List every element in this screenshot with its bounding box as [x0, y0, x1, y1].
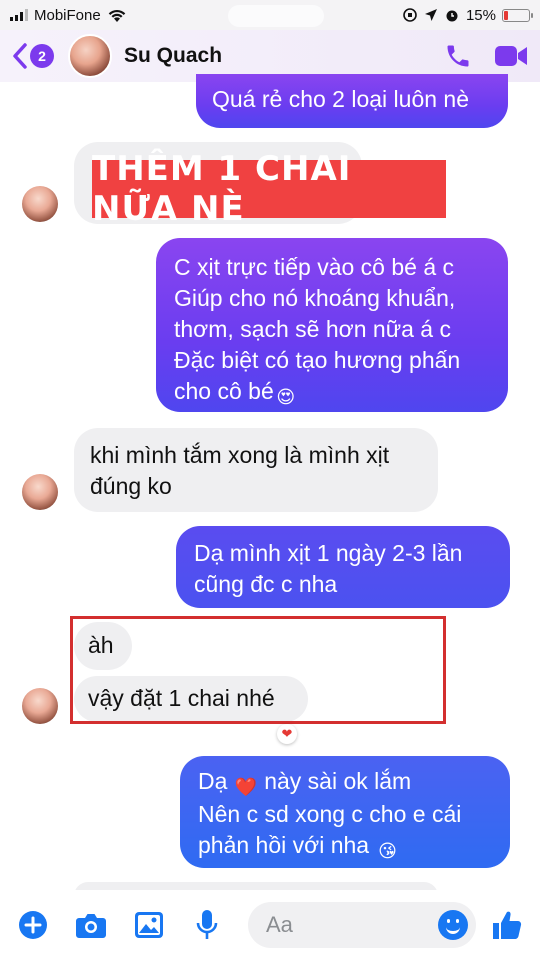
wifi-icon: [108, 9, 125, 22]
emoji-icon[interactable]: [438, 910, 468, 940]
status-bar: MobiFone 15%: [0, 0, 540, 30]
kiss-emoji-icon: 😘: [378, 841, 397, 861]
composer-toolbar: [0, 890, 540, 960]
contact-name[interactable]: Su Quach: [124, 44, 222, 68]
message-incoming[interactable]: khi mình tắm xong là mình xịt đúng ko: [74, 428, 438, 512]
contact-avatar[interactable]: [68, 34, 112, 78]
battery-icon: [502, 8, 533, 22]
rotation-lock-icon: [403, 8, 417, 22]
phone-icon[interactable]: [444, 42, 472, 70]
contact-avatar-small[interactable]: [22, 186, 58, 222]
back-button[interactable]: 2: [12, 43, 54, 69]
unread-count-badge: 2: [30, 44, 54, 68]
contact-avatar-small[interactable]: [22, 688, 58, 724]
alarm-icon: [446, 10, 458, 22]
message-outgoing[interactable]: Dạ ❤️ này sài ok lắm Nên c sd xong c cho…: [180, 756, 510, 868]
battery-percent: 15%: [465, 6, 496, 24]
message-outgoing[interactable]: Dạ mình xịt 1 ngày 2-3 lần cũng đc c nha: [176, 526, 510, 608]
message-input[interactable]: [266, 912, 438, 938]
red-heart-emoji-icon: ❤️: [234, 777, 257, 797]
heart-eyes-emoji-icon: 😍: [276, 387, 296, 407]
message-list[interactable]: Quá rẻ cho 2 loại luôn nè THÊM 1 CHAI NỮ…: [0, 74, 540, 896]
promo-banner: THÊM 1 CHAI NỮA NÈ: [92, 149, 446, 229]
video-icon[interactable]: [494, 43, 528, 69]
message-outgoing[interactable]: C xịt trực tiếp vào cô bé á c Giúp cho n…: [156, 238, 508, 412]
message-outgoing[interactable]: Quá rẻ cho 2 loại luôn nè: [196, 74, 508, 128]
microphone-icon[interactable]: [190, 908, 224, 942]
plus-circle-icon[interactable]: [16, 908, 50, 942]
thumbs-up-icon[interactable]: [490, 908, 524, 942]
heart-reaction-icon[interactable]: ❤: [277, 724, 297, 744]
camera-notch: [228, 5, 324, 27]
contact-avatar-small[interactable]: [22, 474, 58, 510]
location-icon: [424, 9, 437, 21]
chevron-left-icon: [13, 43, 27, 69]
signal-icon: [10, 9, 28, 21]
carrier-name: MobiFone: [34, 6, 101, 24]
message-composer[interactable]: [248, 902, 476, 948]
image-icon[interactable]: [132, 908, 166, 942]
camera-icon[interactable]: [74, 908, 108, 942]
highlight-box: [70, 616, 446, 724]
